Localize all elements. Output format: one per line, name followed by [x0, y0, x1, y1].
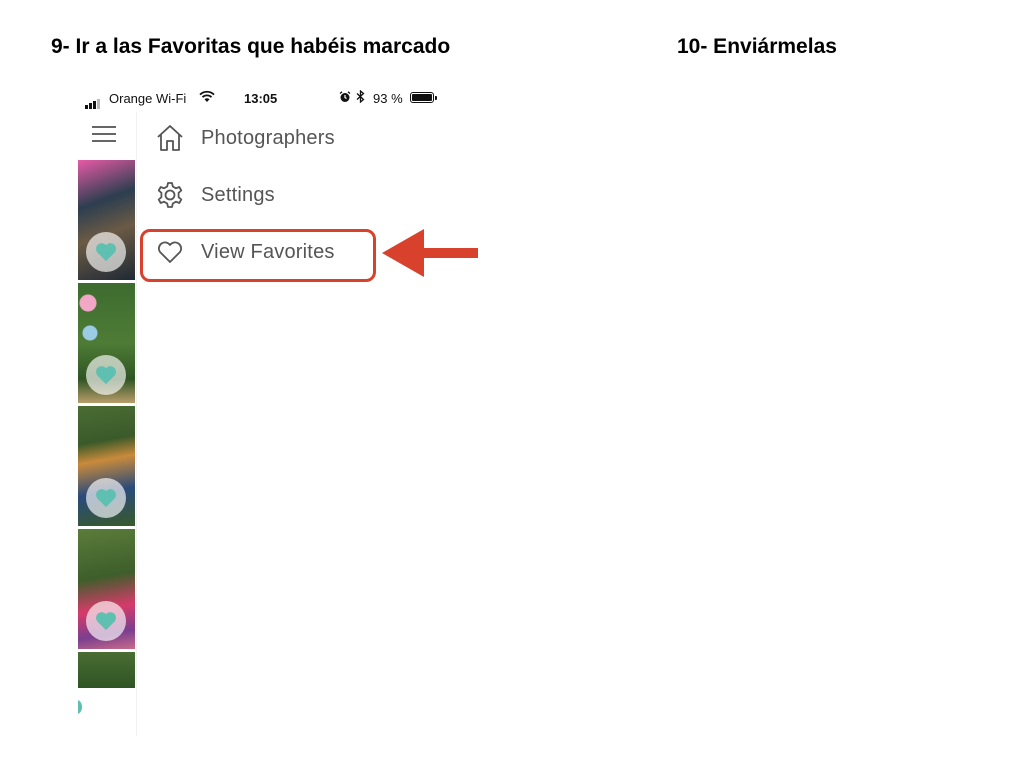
status-bar: Orange Wi-Fi 13:05 93 %	[78, 84, 440, 112]
step-10-instruction: 10- Enviármelas	[677, 35, 837, 58]
menu-item-label: Settings	[201, 183, 275, 206]
wifi-icon	[199, 90, 215, 106]
menu-item-label: Photographers	[201, 126, 335, 149]
alarm-icon	[339, 91, 351, 106]
photo-thumbnail[interactable]	[78, 283, 135, 403]
bluetooth-icon	[356, 89, 365, 106]
photo-thumbnail[interactable]	[78, 160, 135, 280]
photo-thumbnail[interactable]	[78, 406, 135, 526]
hamburger-menu-icon[interactable]	[92, 126, 116, 142]
photo-thumbnail[interactable]	[78, 652, 135, 688]
home-icon	[155, 123, 185, 153]
signal-icon	[85, 94, 101, 109]
favorite-heart-icon[interactable]	[86, 601, 126, 641]
side-menu: Photographers Settings View Favorites	[136, 112, 440, 736]
battery-percent: 93 %	[373, 91, 403, 106]
gear-icon	[155, 180, 185, 210]
favorite-heart-icon[interactable]	[86, 478, 126, 518]
photo-thumbnail[interactable]	[78, 529, 135, 649]
favorite-heart-icon[interactable]	[86, 232, 126, 272]
highlight-box	[140, 229, 376, 282]
menu-item-photographers[interactable]: Photographers	[137, 113, 437, 163]
scroll-indicator	[78, 700, 82, 714]
photo-grid-strip	[78, 160, 135, 691]
phone-screenshot: Orange Wi-Fi 13:05 93 % Photographers Se…	[78, 84, 440, 736]
menu-item-settings[interactable]: Settings	[137, 170, 437, 220]
favorite-heart-icon[interactable]	[86, 355, 126, 395]
carrier-label: Orange Wi-Fi	[109, 91, 187, 106]
step-9-instruction: 9- Ir a las Favoritas que habéis marcado	[51, 35, 451, 58]
clock: 13:05	[244, 91, 278, 106]
battery-icon	[410, 92, 437, 103]
pointer-arrow-icon	[382, 229, 478, 277]
